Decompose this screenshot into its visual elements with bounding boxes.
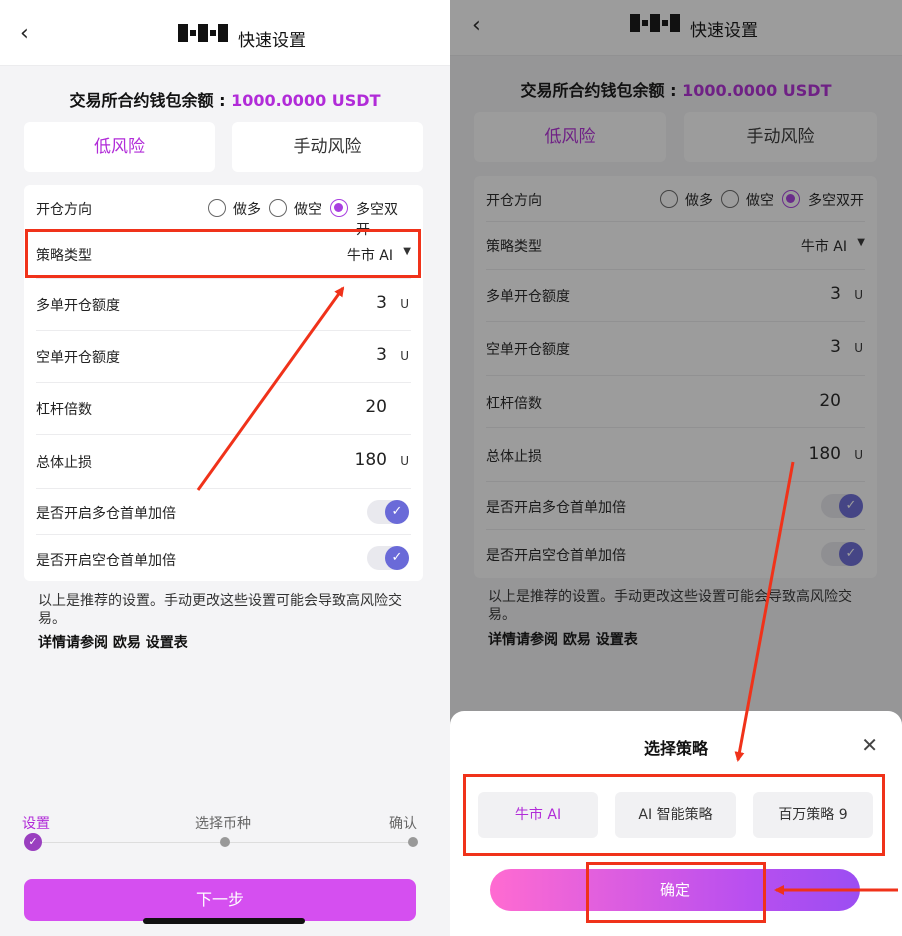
direction-row: 开仓方向 做多 做空 多空双开 [36,185,411,238]
step-confirm: 确认 [389,816,417,832]
balance-value: 1000.0000 USDT [231,91,381,110]
balance-label: 交易所合约钱包余额 : [69,91,226,110]
settings-table-link[interactable]: 详情请参阅 欧易 设置表 [38,632,188,652]
short-double-label: 是否开启空仓首单加倍 [36,553,176,569]
radio-both[interactable] [330,199,348,217]
long-amount-label: 多单开仓额度 [36,298,120,314]
long-amount-row: 多单开仓额度 3 U [36,279,411,331]
check-icon: ✓ [385,500,409,524]
leverage-input[interactable]: 20 [365,397,387,417]
stop-loss-label: 总体止损 [36,455,92,471]
step-done-icon: ✓ [24,833,42,851]
short-amount-label: 空单开仓额度 [36,350,120,366]
risk-note: 以上是推荐的设置。手动更改这些设置可能会导致高风险交易。 [38,593,402,627]
tab-manual-risk[interactable]: 手动风险 [232,122,423,172]
long-amount-unit: U [400,297,409,311]
next-button[interactable]: 下一步 [24,879,416,921]
radio-short[interactable] [269,199,287,217]
screenshot-stage: ‹ 快速设置 交易所合约钱包余额 : 1000.0000 USDT 低风险 手动… [0,0,902,936]
stop-loss-row: 总体止损 180 U [36,435,411,489]
step-settings: 设置 [22,816,50,832]
strategy-label: 策略类型 [36,248,92,264]
direction-label: 开仓方向 [36,202,92,218]
leverage-row: 杠杆倍数 20 [36,383,411,435]
long-double-row: 是否开启多仓首单加倍 ✓ [36,489,411,535]
sheet-title: 选择策略 [643,739,708,758]
radio-short-label: 做空 [294,202,322,218]
wallet-balance: 交易所合约钱包余额 : 1000.0000 USDT [0,87,450,111]
stop-loss-input[interactable]: 180 [355,450,387,470]
close-icon[interactable]: ✕ [861,733,878,757]
radio-long[interactable] [208,199,226,217]
check-icon: ✓ [385,546,409,570]
radio-long-label: 做多 [233,202,261,218]
step-select-coin: 选择币种 [195,816,251,832]
short-amount-row: 空单开仓额度 3 U [36,331,411,383]
short-amount-unit: U [400,349,409,363]
strategy-row[interactable]: 策略类型 牛市 AI ▼ [36,231,411,279]
page-title: 快速设置 [238,31,306,51]
right-screen: ‹ 快速设置 交易所合约钱包余额 : 1000.0000 USDT 低风险 手动… [450,0,902,936]
strategy-value: 牛市 AI [346,248,393,264]
stop-loss-unit: U [400,454,409,468]
okx-logo [178,24,228,42]
step-dot [408,837,418,847]
short-double-row: 是否开启空仓首单加倍 ✓ [36,535,411,581]
left-screen: ‹ 快速设置 交易所合约钱包余额 : 1000.0000 USDT 低风险 手动… [0,0,450,936]
short-double-toggle[interactable]: ✓ [367,546,409,570]
tab-low-risk[interactable]: 低风险 [24,122,215,172]
option-million-9[interactable]: 百万策略 9 [753,792,873,838]
long-double-label: 是否开启多仓首单加倍 [36,506,176,522]
long-double-toggle[interactable]: ✓ [367,500,409,524]
option-ai-smart[interactable]: AI 智能策略 [615,792,736,838]
leverage-label: 杠杆倍数 [36,402,92,418]
short-amount-input[interactable]: 3 [376,345,387,365]
option-bull-ai[interactable]: 牛市 AI [478,792,598,838]
header: ‹ 快速设置 [0,0,450,66]
caret-down-icon: ▼ [403,246,411,257]
home-indicator [143,918,305,924]
step-dot [220,837,230,847]
long-amount-input[interactable]: 3 [376,293,387,313]
confirm-button[interactable]: 确定 [490,869,860,911]
back-icon[interactable]: ‹ [20,22,40,46]
settings-card: 开仓方向 做多 做空 多空双开 策略类型 牛市 AI ▼ 多单开仓额度 3 U … [24,185,423,581]
strategy-sheet: 选择策略 ✕ 牛市 AI AI 智能策略 百万策略 9 确定 [450,711,902,936]
